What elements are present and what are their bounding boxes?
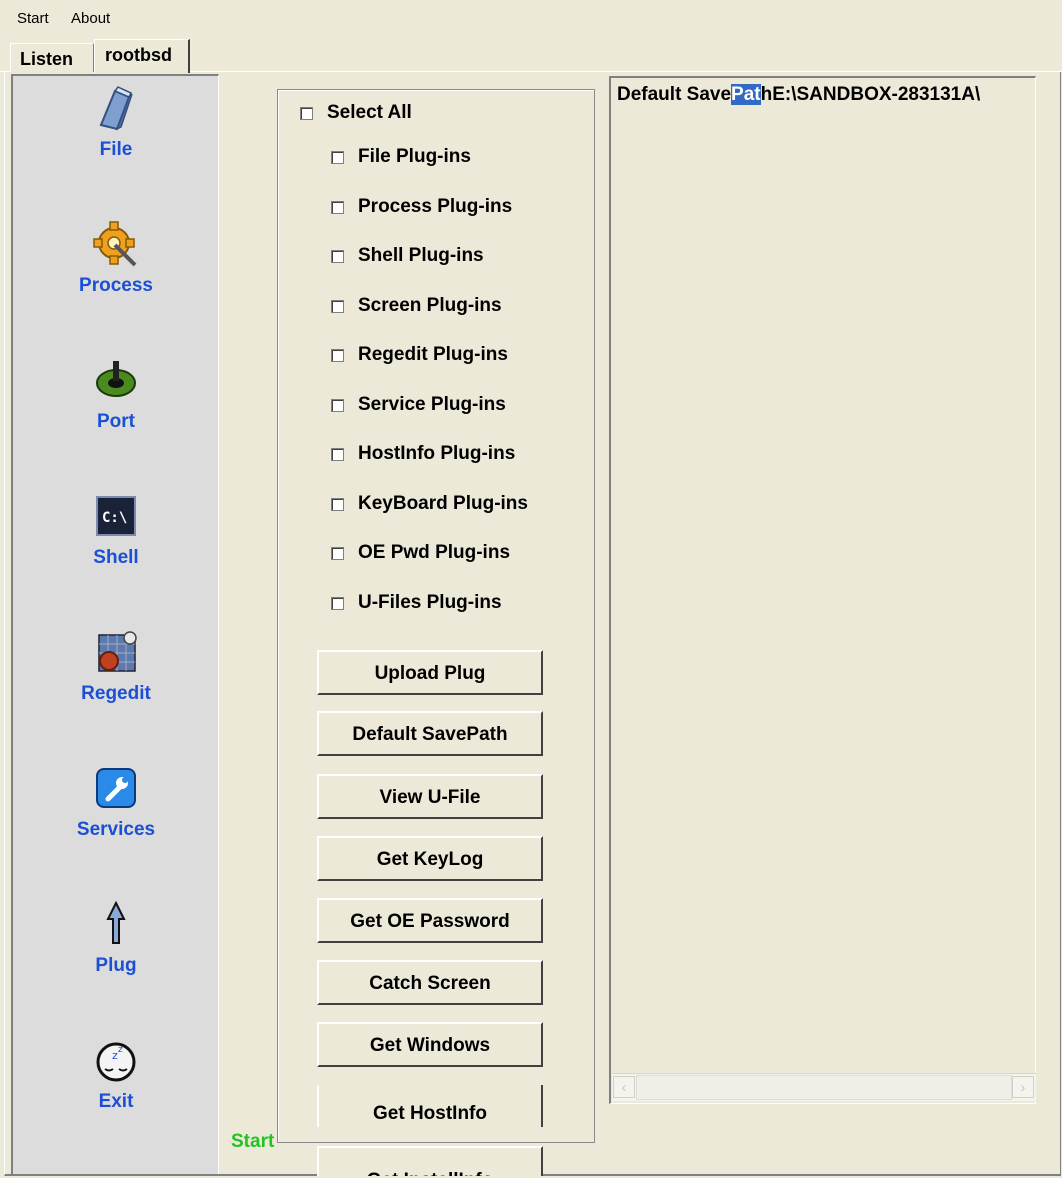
sidebar-item-process[interactable]: Process bbox=[13, 219, 219, 329]
checkbox-box[interactable] bbox=[331, 398, 344, 412]
sidebar-item-regedit[interactable]: Regedit bbox=[13, 627, 219, 737]
sidebar-item-exit[interactable]: z z Exit bbox=[13, 1035, 219, 1145]
view-u-file-button[interactable]: View U-File bbox=[317, 774, 543, 819]
registry-icon bbox=[98, 631, 137, 672]
checkbox-label: Regedit Plug-ins bbox=[358, 344, 508, 365]
sidebar-item-label: Regedit bbox=[81, 683, 151, 704]
wrench-icon bbox=[96, 768, 136, 808]
screen-plugins-checkbox[interactable]: Screen Plug-ins bbox=[331, 295, 502, 317]
scroll-left-button[interactable]: ‹ bbox=[613, 1076, 635, 1098]
output-text-selection: Pat bbox=[731, 84, 761, 105]
tab-listen[interactable]: Listen bbox=[10, 43, 94, 72]
u-files-plugins-checkbox[interactable]: U-Files Plug-ins bbox=[331, 592, 502, 614]
sidebar-item-services[interactable]: Services bbox=[13, 763, 219, 873]
output-text-after: hE:\SANDBOX-283131A\ bbox=[760, 84, 981, 105]
command-prompt-icon: C:\ bbox=[96, 496, 136, 536]
oe-pwd-plugins-checkbox[interactable]: OE Pwd Plug-ins bbox=[331, 542, 510, 564]
get-oe-password-button[interactable]: Get OE Password bbox=[317, 898, 543, 943]
output-text: Default SavePathE:\SANDBOX-283131A\ bbox=[617, 84, 980, 106]
menu-start[interactable]: Start bbox=[17, 10, 49, 27]
sidebar-item-label: Exit bbox=[98, 1091, 134, 1112]
sidebar-item-label: Process bbox=[79, 275, 153, 296]
sidebar-item-label: Services bbox=[76, 819, 156, 840]
svg-text:C:\: C:\ bbox=[102, 510, 127, 526]
sidebar-item-label: Shell bbox=[93, 547, 139, 568]
output-textarea[interactable]: Default SavePathE:\SANDBOX-283131A\ bbox=[609, 76, 1036, 1104]
checkbox-box[interactable] bbox=[300, 106, 313, 120]
port-plug-icon bbox=[96, 361, 136, 397]
get-keylog-button[interactable]: Get KeyLog bbox=[317, 836, 543, 881]
regedit-plugins-checkbox[interactable]: Regedit Plug-ins bbox=[331, 344, 508, 366]
select-all-checkbox[interactable]: Select All bbox=[300, 102, 412, 124]
checkbox-box[interactable] bbox=[331, 497, 344, 511]
get-installinfo-button[interactable]: Get InstallInfo bbox=[317, 1146, 543, 1176]
horizontal-scrollbar[interactable]: ‹ › bbox=[612, 1073, 1036, 1101]
sidebar-item-port[interactable]: Port bbox=[13, 355, 219, 465]
keyboard-plugins-checkbox[interactable]: KeyBoard Plug-ins bbox=[331, 493, 528, 515]
menu-about[interactable]: About bbox=[71, 10, 110, 27]
status-text: Start bbox=[231, 1131, 275, 1152]
shell-plugins-checkbox[interactable]: Shell Plug-ins bbox=[331, 245, 484, 267]
process-plugins-checkbox[interactable]: Process Plug-ins bbox=[331, 196, 512, 218]
service-plugins-checkbox[interactable]: Service Plug-ins bbox=[331, 394, 506, 416]
checkbox-label: HostInfo Plug-ins bbox=[358, 443, 516, 464]
default-savepath-button[interactable]: Default SavePath bbox=[317, 711, 543, 756]
file-plugins-checkbox[interactable]: File Plug-ins bbox=[331, 146, 471, 168]
get-hostinfo-button[interactable]: Get HostInfo bbox=[317, 1085, 543, 1127]
sidebar-item-label: Plug bbox=[95, 955, 137, 976]
checkbox-label: File Plug-ins bbox=[358, 146, 471, 167]
checkbox-box[interactable] bbox=[331, 249, 344, 263]
sidebar-item-shell[interactable]: C:\ Shell bbox=[13, 491, 219, 601]
sidebar-item-plug[interactable]: Plug bbox=[13, 899, 219, 1009]
checkbox-label: Service Plug-ins bbox=[358, 394, 506, 415]
sleep-clock-icon: z z bbox=[96, 1042, 136, 1082]
checkbox-label: U-Files Plug-ins bbox=[358, 592, 502, 613]
checkbox-box[interactable] bbox=[331, 546, 344, 560]
menu-bar: Start About bbox=[0, 0, 1062, 37]
checkbox-box[interactable] bbox=[331, 200, 344, 214]
output-text-before: Default Save bbox=[617, 84, 732, 105]
upload-arrow-icon bbox=[106, 900, 126, 944]
checkbox-box[interactable] bbox=[331, 596, 344, 610]
checkbox-label: Process Plug-ins bbox=[358, 196, 513, 217]
book-icon bbox=[99, 86, 133, 131]
checkbox-label: KeyBoard Plug-ins bbox=[358, 493, 528, 514]
svg-text:z: z bbox=[118, 1045, 123, 1055]
sidebar-item-label: Port bbox=[97, 411, 135, 432]
get-windows-button[interactable]: Get Windows bbox=[317, 1022, 543, 1067]
sidebar: File Process Port C:\ Shell Regedit Serv… bbox=[11, 74, 219, 1174]
scroll-thumb[interactable] bbox=[636, 1075, 1012, 1100]
get-installinfo-clip: Get InstallInfo bbox=[317, 1146, 543, 1176]
tab-rootbsd[interactable]: rootbsd bbox=[94, 39, 190, 73]
upload-plug-button[interactable]: Upload Plug bbox=[317, 650, 543, 695]
checkbox-box[interactable] bbox=[331, 299, 344, 313]
checkbox-label: Screen Plug-ins bbox=[358, 295, 502, 316]
hostinfo-plugins-checkbox[interactable]: HostInfo Plug-ins bbox=[331, 443, 515, 465]
checkbox-box[interactable] bbox=[331, 447, 344, 461]
checkbox-label: Shell Plug-ins bbox=[358, 245, 484, 266]
checkbox-box[interactable] bbox=[331, 150, 344, 164]
sidebar-item-file[interactable]: File bbox=[13, 83, 219, 193]
catch-screen-button[interactable]: Catch Screen bbox=[317, 960, 543, 1005]
scroll-right-button[interactable]: › bbox=[1012, 1076, 1034, 1098]
gear-icon bbox=[93, 221, 137, 267]
checkbox-box[interactable] bbox=[331, 348, 344, 362]
checkbox-label: OE Pwd Plug-ins bbox=[358, 542, 511, 563]
sidebar-item-label: File bbox=[99, 139, 133, 160]
checkbox-label: Select All bbox=[327, 102, 412, 123]
get-hostinfo-clip: Get HostInfo bbox=[317, 1085, 543, 1127]
